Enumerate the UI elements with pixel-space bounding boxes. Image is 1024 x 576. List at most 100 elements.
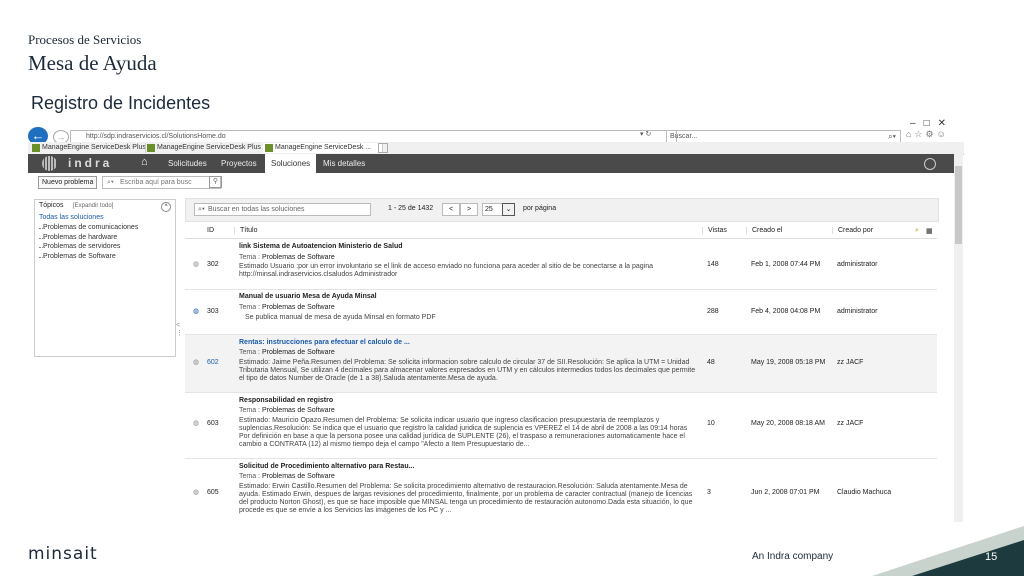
chevron-down-icon[interactable]: ⌄ <box>502 203 515 216</box>
row-created: May 20, 2008 08:18 AM <box>751 420 825 427</box>
expand-all-link[interactable]: [Expandir todo] <box>73 203 113 209</box>
url-dropdown-icon[interactable]: ▾ ↻ <box>640 130 651 138</box>
row-views: 48 <box>707 359 715 366</box>
new-tab-button[interactable] <box>378 143 388 153</box>
quick-search-placeholder: Escriba aquí para busc <box>120 179 192 186</box>
slide-subtitle: Procesos de Servicios <box>28 32 142 47</box>
row-created-by: administrator <box>837 308 878 315</box>
new-problem-button[interactable]: Nuevo problema <box>38 176 98 189</box>
attachment-icon: ◍ <box>193 261 200 268</box>
table-row[interactable]: ◍ 605 Solicitud de Procedimiento alterna… <box>185 459 937 525</box>
row-id: 602 <box>207 359 219 366</box>
row-topic: Tema : Problemas de Software <box>239 473 335 480</box>
topic-item[interactable]: Problemas de comunicaciones <box>38 224 138 231</box>
row-title[interactable]: link Sistema de Autoatencion Ministerio … <box>239 243 403 251</box>
row-id: 603 <box>207 420 219 427</box>
user-icon[interactable] <box>924 158 936 170</box>
row-topic: Tema : Problemas de Software <box>239 254 335 261</box>
row-created-by: zz JACF <box>837 420 864 427</box>
topics-panel: Tópicos [Expandir todo] ^ Todas las solu… <box>34 199 176 357</box>
app-logo: indra <box>68 156 113 170</box>
tab-label: ManageEngine ServiceDesk ... <box>275 144 372 151</box>
row-created: Feb 4, 2008 04:08 PM <box>751 308 821 315</box>
topics-title: Tópicos <box>39 202 64 209</box>
nav-soluciones[interactable]: Soluciones <box>265 154 317 173</box>
row-id: 302 <box>207 261 219 268</box>
favicon-icon <box>32 144 40 152</box>
row-id: 303 <box>207 308 219 315</box>
nav-mis-detalles[interactable]: Mis detalles <box>323 154 365 173</box>
browser-tab-1[interactable]: ManageEngine ServiceDesk Plus <box>30 143 146 153</box>
row-title[interactable]: Responsabilidad en registro <box>239 397 333 405</box>
app-navbar: indra ⌂ Solicitudes Proyectos Soluciones… <box>28 154 954 173</box>
per-page-select[interactable]: 25 <box>482 203 503 216</box>
solutions-search-input[interactable]: ⌕▾ Buscar en todas las soluciones <box>194 203 371 216</box>
topic-item[interactable]: Problemas de servidores <box>38 243 120 250</box>
scrollbar-thumb[interactable] <box>955 166 962 244</box>
tab-label: ManageEngine ServiceDesk Plus <box>42 144 146 151</box>
row-views: 288 <box>707 308 719 315</box>
attachment-icon: ◍ <box>193 489 200 496</box>
topic-item[interactable]: Problemas de Software <box>39 253 116 260</box>
search-icon: ⌕▾ <box>107 179 114 186</box>
search-icon: ⌕▾ <box>198 206 205 213</box>
page-number: 15 <box>985 551 998 563</box>
attachment-icon: ◍ <box>193 359 200 366</box>
minsait-logo: minsait <box>28 544 98 564</box>
browser-tab-3[interactable]: ManageEngine ServiceDesk ... <box>263 143 383 153</box>
row-title[interactable]: Solicitud de Procedimiento alternativo p… <box>239 463 414 471</box>
search-icon[interactable]: ⌕ <box>915 227 919 235</box>
home-icon[interactable]: ⌂ <box>141 156 148 168</box>
browser-search-placeholder: Buscar... <box>670 133 698 140</box>
slide-heading: Registro de Incidentes <box>31 93 211 113</box>
row-title[interactable]: Manual de usuario Mesa de Ayuda Minsal <box>239 293 377 301</box>
table-row[interactable]: ◍ 603 Responsabilidad en registro Tema :… <box>185 393 937 459</box>
topic-item[interactable]: Problemas de hardware <box>38 234 117 241</box>
col-views[interactable]: Vistas <box>702 227 727 234</box>
panel-resize-handle[interactable]: < ⋮ <box>176 322 183 338</box>
attachment-icon: ◍ <box>193 420 200 427</box>
row-views: 148 <box>707 261 719 268</box>
col-created[interactable]: Creado el <box>746 227 782 234</box>
browser-tab-2[interactable]: ManageEngine ServiceDesk Plus <box>145 143 264 153</box>
table-row[interactable]: ◍ 303 Manual de usuario Mesa de Ayuda Mi… <box>185 290 937 335</box>
indra-logo-icon <box>42 156 57 171</box>
row-created: Feb 1, 2008 07:44 PM <box>751 261 821 268</box>
row-description: Estimado: Mauricio Opazo.Resumen del Pro… <box>239 417 688 448</box>
row-views: 3 <box>707 489 711 496</box>
col-id[interactable]: ID <box>207 227 214 234</box>
row-topic: Tema : Problemas de Software <box>239 349 335 356</box>
prev-page-button[interactable]: < <box>442 203 460 216</box>
row-views: 10 <box>707 420 715 427</box>
nav-solicitudes[interactable]: Solicitudes <box>168 154 207 173</box>
collapse-icon[interactable]: ^ <box>161 202 171 212</box>
favicon-icon <box>265 144 273 152</box>
next-page-button[interactable]: > <box>460 203 478 216</box>
col-created-by[interactable]: Creado por <box>832 227 873 234</box>
solutions-toolbar: ⌕▾ Buscar en todas las soluciones 1 - 25… <box>185 198 939 222</box>
company-tagline: An Indra company <box>752 551 834 562</box>
row-created: Jun 2, 2008 07:01 PM <box>751 489 820 496</box>
browser-window: –□✕ ← → http://sdp.indraservicios.cl/Sol… <box>28 118 964 526</box>
row-created-by: administrator <box>837 261 878 268</box>
nav-proyectos[interactable]: Proyectos <box>221 154 257 173</box>
col-title[interactable]: Título <box>234 227 258 234</box>
slide-title: Mesa de Ayuda <box>28 51 157 75</box>
table-header: ID Título Vistas Creado el Creado por ⌕ … <box>185 224 937 239</box>
quick-search-input[interactable]: ⌕▾ Escriba aquí para busc <box>102 176 221 189</box>
row-topic: Tema : Problemas de Software <box>239 304 335 311</box>
table-row[interactable]: ◍ 302 link Sistema de Autoatencion Minis… <box>185 239 937 290</box>
advanced-search-icon[interactable]: ⚲ <box>209 176 222 188</box>
column-chooser-icon[interactable]: ▦ <box>926 227 933 235</box>
row-created-by: zz JACF <box>837 359 864 366</box>
solutions-search-placeholder: Buscar en todas las soluciones <box>208 206 305 213</box>
attachment-icon: ◍ <box>193 308 200 315</box>
table-row[interactable]: ◍ 602 Rentas: instrucciones para efectua… <box>185 335 937 393</box>
row-title[interactable]: Rentas: instrucciones para efectuar el c… <box>239 339 410 347</box>
tab-label: ManageEngine ServiceDesk Plus <box>157 144 261 151</box>
favicon-icon <box>147 144 155 152</box>
search-icon[interactable]: ⌕▾ <box>888 131 896 142</box>
toolbar-icons[interactable]: ⌂☆⚙☺ <box>906 129 949 140</box>
topic-all-solutions[interactable]: Todas las soluciones <box>39 214 104 221</box>
vertical-scrollbar[interactable] <box>954 154 963 522</box>
